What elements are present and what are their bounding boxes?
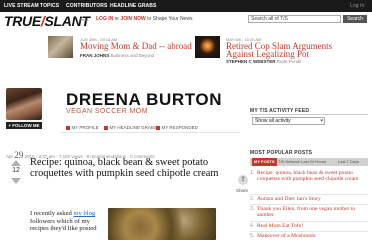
avatar[interactable] — [6, 88, 42, 120]
post-image — [108, 208, 216, 240]
popular-title[interactable]: Autism and Diet: Ian's Story — [257, 196, 365, 202]
divider — [60, 132, 240, 133]
post-title[interactable]: Recipe: quinoa, black bean & sweet potat… — [30, 157, 226, 179]
follow-button[interactable]: + FOLLOW ME — [6, 122, 42, 129]
body-text-1: I recently asked — [30, 210, 74, 217]
vote-up-icon[interactable] — [11, 160, 21, 166]
promo-image[interactable] — [48, 36, 73, 58]
my-responded-label: MY RESPONDED — [161, 125, 198, 130]
promo-title[interactable]: Moving Mom & Dad -- abroad — [80, 42, 192, 51]
tab-my-posts[interactable]: MY POSTS — [252, 158, 277, 166]
divider — [250, 204, 368, 205]
my-responded-link[interactable]: MY RESPONDED — [156, 125, 198, 130]
nav-headline-grabs[interactable]: HEADLINE GRABS — [110, 3, 156, 9]
popular-rank: 3. — [250, 206, 255, 212]
divider — [250, 114, 368, 115]
activity-filter-select[interactable]: Show all activity ▾ — [252, 117, 325, 125]
vote-count: 12 — [12, 167, 20, 174]
login-link[interactable]: LOG IN — [96, 16, 113, 22]
page: LIVE STREAM TOPICS CONTRIBUTORS HEADLINE… — [0, 0, 372, 240]
divider — [250, 231, 368, 232]
popular-tabs: MY POSTS T/S Network Last 24 Hours Last … — [250, 158, 368, 166]
promo-author-name: STEPHEN C WEBSTER — [226, 59, 276, 64]
join-link[interactable]: JOIN NOW — [120, 16, 145, 22]
top-nav-bar: LIVE STREAM TOPICS CONTRIBUTORS HEADLINE… — [0, 0, 372, 12]
vote-down-icon[interactable] — [11, 178, 21, 184]
popular-title[interactable]: Recipe: quinoa, black bean & sweet potat… — [257, 170, 365, 182]
responded-icon — [156, 125, 160, 130]
post-month: Apr — [6, 154, 14, 159]
chevron-down-icon: ▾ — [320, 118, 323, 124]
search-button[interactable]: Search — [343, 15, 367, 23]
activity-filter-value: Show all activity — [255, 118, 291, 124]
promo-title-line2[interactable]: Against Legalizing Pot — [226, 50, 309, 59]
popular-title[interactable]: Thank you Ellen, from one vegan mother t… — [257, 206, 365, 218]
tab-last-7-days[interactable]: Last 7 Days — [336, 158, 361, 166]
popular-rank: 1. — [250, 170, 255, 176]
profile-icon — [66, 125, 70, 130]
popular-title[interactable]: Makeover of a Mushroom — [257, 233, 365, 239]
popular-title[interactable]: Real Mom Eat Tofu! — [257, 223, 365, 229]
headline-icon — [104, 125, 108, 130]
share-icon[interactable]: ⇪ — [238, 175, 248, 185]
my-profile-label: MY PROFILE — [71, 125, 99, 130]
share-label[interactable]: Share — [236, 188, 248, 193]
popular-rank: 4. — [250, 223, 255, 229]
beta-badge: Beta — [80, 17, 89, 22]
promo-author-tail: Business and Beyond — [110, 53, 155, 58]
promo-author[interactable]: STEPHEN C WEBSTER Rude Pundit — [226, 59, 302, 64]
divider — [250, 194, 368, 195]
promo-author-tail: Rude Pundit — [276, 59, 302, 64]
promo-author[interactable]: FRAN JOHNS Business and Beyond — [80, 53, 154, 58]
nav-topics[interactable]: TOPICS — [40, 3, 59, 9]
popular-rank: 2. — [250, 196, 255, 202]
search-input[interactable]: Search all of T/S — [248, 15, 341, 23]
divider — [250, 221, 368, 222]
tab-network-24h[interactable]: T/S Network Last 24 Hours — [276, 158, 328, 166]
logo-true: TRUE — [4, 13, 41, 29]
site-logo[interactable]: TRUE/SLANT Beta — [4, 13, 90, 35]
nav-live-stream[interactable]: LIVE STREAM — [4, 3, 39, 9]
popular-item[interactable]: 5. Makeover of a Mushroom — [250, 233, 368, 240]
topbar-login[interactable]: Log In — [350, 3, 365, 9]
body-text-2: followers which of my recipes they'd lik… — [30, 217, 97, 233]
popular-item[interactable]: 1. Recipe: quinoa, black bean & sweet pot… — [250, 170, 368, 194]
author-name: DREENA BURTON — [66, 90, 223, 109]
popular-item[interactable]: 2. Autism and Diet: Ian's Story — [250, 196, 368, 204]
post-body: I recently asked my blog followers which… — [30, 210, 104, 233]
login-prompt: LOG IN or JOIN NOW to Shape Your News — [96, 16, 193, 22]
blog-link[interactable]: my blog — [73, 210, 95, 217]
popular-item[interactable]: 4. Real Mom Eat Tofu! — [250, 223, 368, 231]
my-headline-grabs-label: MY HEADLINE GRABS — [109, 125, 157, 130]
popular-rank: 5. — [250, 233, 255, 239]
popular-item[interactable]: 3. Thank you Ellen, from one vegan mother… — [250, 206, 368, 220]
author-tagline: VEGAN SOCCER MOM — [66, 108, 148, 115]
my-profile-link[interactable]: MY PROFILE — [66, 125, 99, 130]
most-popular-title: MOST POPULAR POSTS — [250, 150, 313, 156]
post-day: 29 — [14, 150, 24, 160]
my-headline-grabs-link[interactable]: MY HEADLINE GRABS — [104, 125, 157, 130]
promo-image[interactable] — [195, 36, 220, 58]
login-tail: to Shape Your News — [147, 16, 193, 22]
nav-contributors[interactable]: CONTRIBUTORS — [66, 3, 107, 9]
promo-author-name: FRAN JOHNS — [80, 53, 110, 58]
